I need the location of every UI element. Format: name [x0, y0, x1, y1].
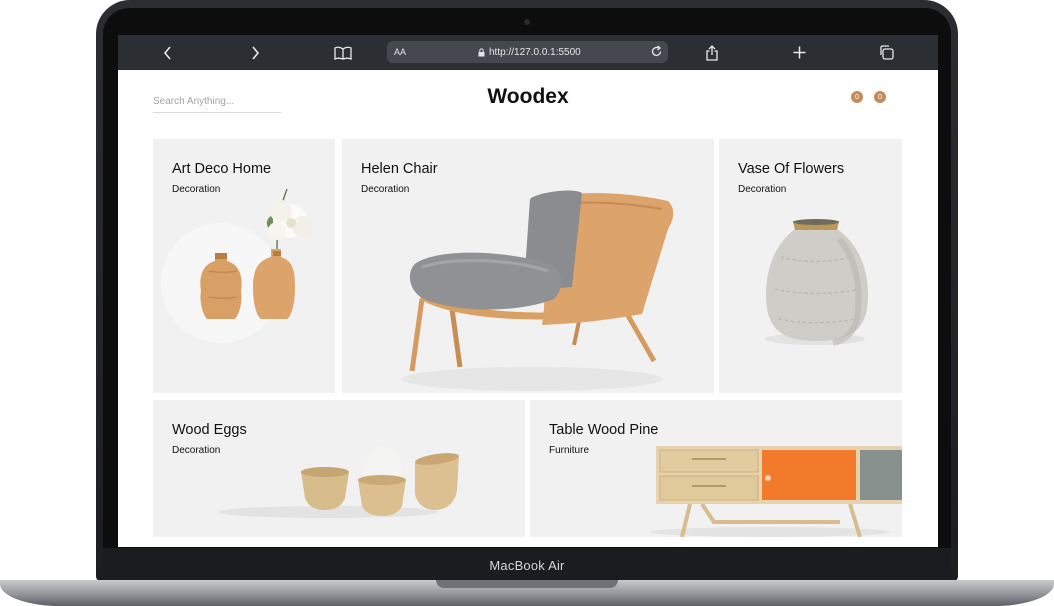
product-card-vase-of-flowers[interactable]: Vase Of Flowers Decoration	[719, 139, 902, 393]
new-tab-button[interactable]	[784, 35, 814, 70]
lock-icon	[478, 47, 485, 56]
product-category: Decoration	[738, 184, 787, 195]
share-icon	[706, 44, 718, 61]
back-button[interactable]	[153, 35, 183, 70]
product-card-table-wood-pine[interactable]: Table Wood Pine Furniture	[530, 400, 902, 537]
camera-icon	[524, 19, 530, 25]
web-page: Woodex 0 0 Art Deco Home Decoration	[118, 70, 938, 547]
search-field[interactable]	[153, 90, 281, 113]
product-title: Vase Of Flowers	[738, 161, 845, 177]
laptop-notch	[436, 580, 618, 588]
tabs-overview-button[interactable]	[871, 35, 901, 70]
reader-button[interactable]	[328, 35, 358, 70]
address-bar[interactable]: AA http://127.0.0.1:5500	[387, 41, 668, 63]
share-button[interactable]	[697, 35, 727, 70]
product-card-art-deco-home[interactable]: Art Deco Home Decoration	[153, 139, 335, 393]
product-card-wood-eggs[interactable]: Wood Eggs Decoration	[153, 400, 525, 537]
back-icon	[163, 45, 171, 60]
product-title: Table Wood Pine	[549, 422, 659, 438]
product-category: Decoration	[172, 184, 221, 195]
product-category: Decoration	[361, 184, 410, 195]
cart-count-badge[interactable]: 0	[874, 91, 886, 103]
lounge-chair-image	[402, 190, 674, 391]
wooden-egg-cups-image	[218, 446, 459, 518]
product-title: Helen Chair	[361, 161, 438, 177]
tabs-icon	[879, 45, 894, 60]
ceramic-vase-image	[765, 219, 868, 346]
browser-toolbar: AA http://127.0.0.1:5500	[118, 35, 938, 70]
forward-button[interactable]	[240, 35, 270, 70]
product-category: Decoration	[172, 445, 221, 456]
sideboard-image	[650, 446, 902, 537]
reload-icon[interactable]	[650, 45, 663, 58]
laptop-chin: MacBook Air	[103, 548, 951, 582]
new-tab-icon	[793, 46, 805, 59]
url-text: http://127.0.0.1:5500	[489, 46, 581, 58]
search-input[interactable]	[153, 95, 281, 107]
wishlist-count-badge[interactable]: 0	[851, 91, 863, 103]
product-category: Furniture	[549, 445, 590, 456]
reader-icon	[334, 46, 352, 60]
text-size-button[interactable]: AA	[394, 47, 406, 57]
browser-window: AA http://127.0.0.1:5500 Woodex 0 0	[118, 35, 938, 547]
product-title: Art Deco Home	[172, 161, 272, 177]
device-model-label: MacBook Air	[489, 557, 565, 573]
forward-icon	[252, 45, 260, 60]
product-title: Wood Eggs	[172, 422, 247, 438]
product-card-helen-chair[interactable]: Helen Chair Decoration	[342, 139, 714, 393]
wooden-vases-image	[161, 188, 314, 343]
